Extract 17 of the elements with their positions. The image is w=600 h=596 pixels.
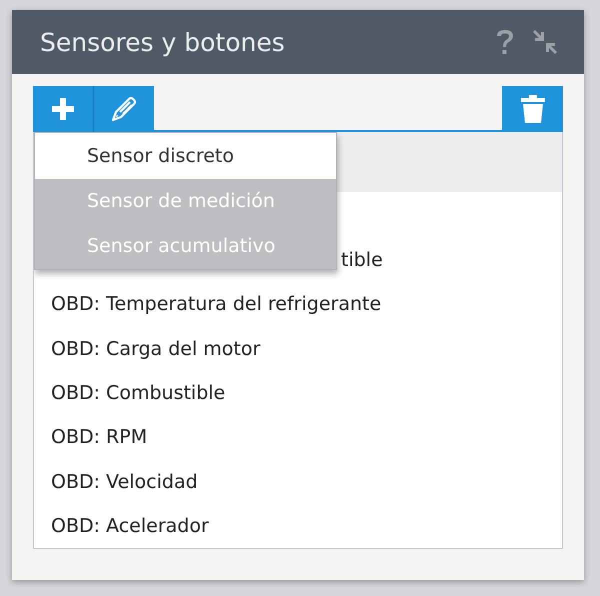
list-item[interactable]: OBD: Acelerador — [51, 514, 209, 537]
plus-icon — [52, 98, 74, 120]
add-button[interactable] — [33, 86, 93, 132]
trash-icon — [520, 95, 544, 123]
pencil-icon — [111, 96, 137, 122]
collapse-icon[interactable] — [532, 29, 558, 55]
list-item[interactable]: OBD: Temperatura del refrigerante — [51, 293, 382, 316]
window-title: Sensores y botones — [40, 28, 286, 56]
menu-item[interactable]: Sensor discreto — [35, 133, 336, 179]
list-item[interactable]: tible — [341, 249, 383, 272]
list-item[interactable]: OBD: Combustible — [51, 382, 226, 404]
list-item[interactable]: OBD: Velocidad — [51, 470, 198, 493]
edit-button[interactable] — [93, 86, 154, 132]
list-item[interactable]: OBD: RPM — [51, 426, 148, 448]
help-icon[interactable] — [494, 28, 516, 56]
delete-button[interactable] — [502, 86, 563, 132]
list-item[interactable]: OBD: Carga del motor — [51, 338, 260, 360]
